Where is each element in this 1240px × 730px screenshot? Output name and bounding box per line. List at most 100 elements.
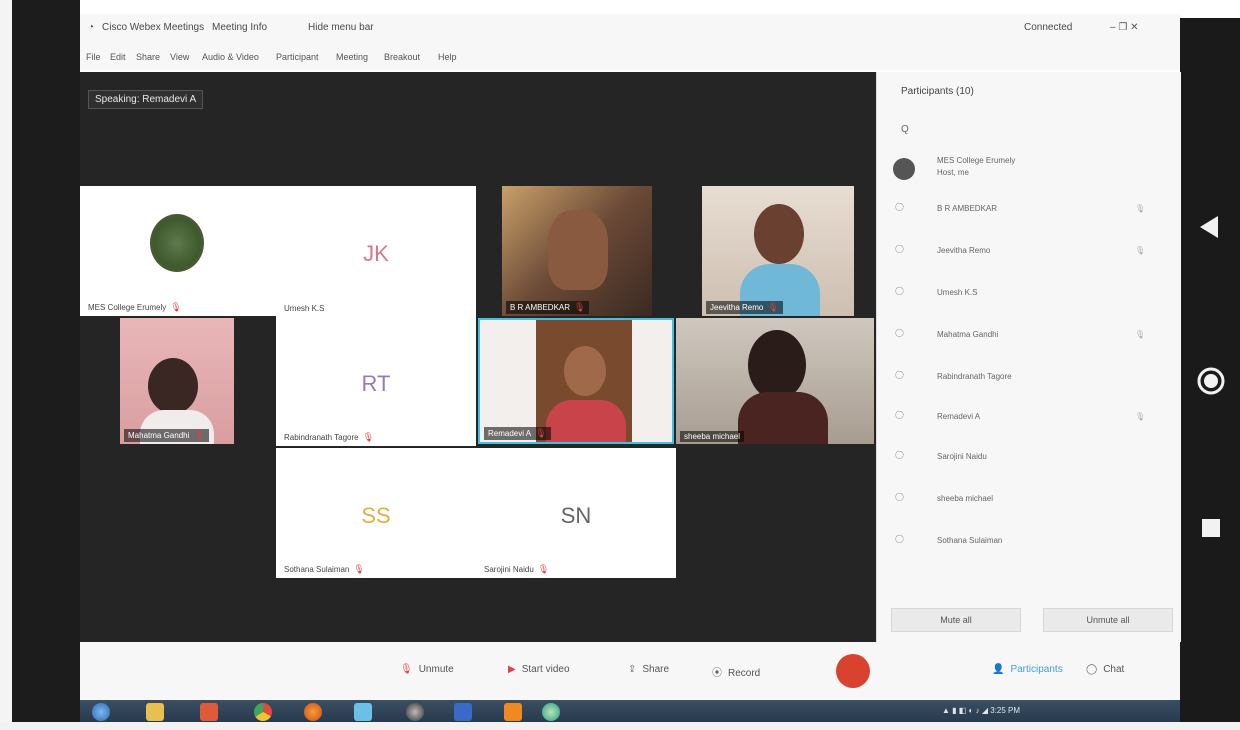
system-tray[interactable]: ▲ ▮ ◧ ◐ ♪ ◢ 3:25 PM [942,706,1020,715]
start-icon[interactable] [92,703,110,721]
participant-row[interactable]: ◯ Rabindranath Tagore [877,358,1181,398]
participant-video [754,204,804,264]
participant-name: Jeevitha Remo [937,246,991,255]
tile-name-label: Jeevitha Remo 🎙 [706,301,783,314]
avatar-icon: ◯ [895,410,904,419]
menu-view[interactable]: View [170,52,189,62]
participant-row[interactable]: MES College Erumely Host, me [877,148,1181,188]
avatar-icon: ◯ [895,370,904,379]
participant-name: sheeba michael [937,494,994,503]
menu-edit[interactable]: Edit [110,52,126,62]
connection-status[interactable]: Connected [1024,22,1072,33]
participant-name: Sothana Sulaiman [937,536,1003,545]
document-icon[interactable] [454,703,472,721]
participant-video [748,330,806,400]
tile-name-label: Sarojini Naidu 🎙 [484,564,550,574]
participant-row[interactable]: ◯ B R AMBEDKAR 🎙 [877,190,1181,230]
tile-name-label: Remadevi A 🎙 [484,427,551,440]
video-off-icon: ▶ [508,664,516,675]
recents-icon[interactable] [1201,518,1221,538]
menu-meeting[interactable]: Meeting [336,52,368,62]
app-icon[interactable] [354,703,372,721]
participant-row[interactable]: ◯ Jeevitha Remo 🎙 [877,232,1181,272]
menu-breakout[interactable]: Breakout [384,52,420,62]
initials-avatar: RT [361,370,391,396]
participant-shirt [546,400,626,442]
hide-menu-bar-button[interactable]: Hide menu bar [308,22,374,33]
tile-name-label: B R AMBEDKAR 🎙 [506,301,590,314]
menu-file[interactable]: File [86,52,101,62]
share-button[interactable]: ⇪ Share [628,664,669,675]
meeting-info-button[interactable]: Meeting Info [212,22,267,33]
phone-frame-left [0,0,80,730]
participant-role: Host, me [937,168,970,177]
media-player-icon[interactable] [200,703,218,721]
tile-name-label: MES College Erumely 🎙 [88,302,182,312]
participant-video [564,346,606,396]
participant-row[interactable]: ◯ Remadevi A 🎙 [877,398,1181,438]
participant-shirt [738,392,828,444]
participant-row[interactable]: ◯ Mahatma Gandhi 🎙 [877,316,1181,356]
participant-search-input[interactable]: Q [901,124,909,135]
video-tile-remadevi-active[interactable]: Remadevi A 🎙 [478,318,674,444]
folder-icon[interactable] [146,703,164,721]
initials-avatar: JK [363,240,389,266]
participant-name: MES College Erumely [937,156,1016,165]
android-nav-bar [1180,18,1240,730]
tile-name-label: Umesh K.S [284,304,325,313]
participants-button[interactable]: 👤 Participants [992,664,1063,675]
video-tile-umesh[interactable]: JK Umesh K.S [276,186,476,316]
participants-icon: 👤 [992,664,1005,675]
video-tile-sarojini[interactable]: SN Sarojini Naidu 🎙 [476,448,676,578]
participants-panel: Participants (10) Q MES College Erumely … [876,72,1181,642]
camera-icon[interactable] [406,703,424,721]
menu-help[interactable]: Help [438,52,457,62]
unmute-button[interactable]: 🎙 Unmute [400,664,454,675]
firefox-icon[interactable] [304,703,322,721]
mute-all-button[interactable]: Mute all [891,608,1021,632]
video-tile-sothana[interactable]: SS Sothana Sulaiman 🎙 [276,448,476,578]
chat-button[interactable]: ◯ Chat [1086,664,1124,675]
participant-name: Umesh K.S [937,288,978,297]
avatar [150,214,204,272]
title-bar: ◔ Cisco Webex Meetings Meeting Info Hide… [80,14,1180,48]
unmute-all-button[interactable]: Unmute all [1043,608,1173,632]
home-icon[interactable] [1196,366,1226,396]
window-controls[interactable]: – ❐ ✕ [1110,22,1138,33]
webex-logo-icon: ◔ [88,22,95,33]
avatar-icon: ◯ [895,450,904,459]
mic-icon[interactable]: 🎙 [1135,204,1145,213]
meeting-toolbar: 🎙 Unmute ▶ Start video ⇪ Share ⦿ Record 👤 Par… [80,642,1180,700]
end-meeting-button[interactable] [836,654,870,688]
participant-video [148,358,198,414]
menu-share[interactable]: Share [136,52,160,62]
menu-participant[interactable]: Participant [276,52,319,62]
initials-avatar: SS [361,502,391,528]
video-tile-tagore[interactable]: RT Rabindranath Tagore 🎙 [276,316,476,446]
participant-row[interactable]: ◯ sheeba michael [877,480,1181,520]
participant-row[interactable]: ◯ Sothana Sulaiman [877,522,1181,562]
video-tile-ambedkar[interactable]: B R AMBEDKAR 🎙 [502,186,652,316]
tile-name-label: Sothana Sulaiman 🎙 [284,564,365,574]
start-video-button[interactable]: ▶ Start video [508,664,570,675]
participant-name: Sarojini Naidu [937,452,987,461]
menu-audio-video[interactable]: Audio & Video [202,52,259,62]
vlc-icon[interactable] [504,703,522,721]
avatar-icon: ◯ [895,492,904,501]
webex-taskbar-icon[interactable] [542,703,560,721]
record-button[interactable]: ⦿ Record [712,664,760,679]
video-tile-sheeba[interactable]: sheeba michael [676,318,874,444]
video-tile-jeevitha[interactable]: Jeevitha Remo 🎙 [702,186,854,316]
mic-icon[interactable]: 🎙 [1135,246,1145,255]
video-tile-mes-college[interactable]: MES College Erumely 🎙 [80,186,276,316]
chrome-icon[interactable] [254,703,272,721]
initials-avatar: SN [560,502,592,528]
mic-icon[interactable]: 🎙 [1135,412,1145,421]
back-icon[interactable] [1198,214,1220,240]
panel-title: Participants (10) [901,86,974,97]
participant-row[interactable]: ◯ Sarojini Naidu [877,438,1181,478]
participant-row[interactable]: ◯ Umesh K.S [877,274,1181,314]
mic-icon[interactable]: 🎙 [1135,330,1145,339]
video-tile-gandhi[interactable]: Mahatma Gandhi 🎙 [120,318,234,444]
participant-name: Mahatma Gandhi [937,330,999,339]
